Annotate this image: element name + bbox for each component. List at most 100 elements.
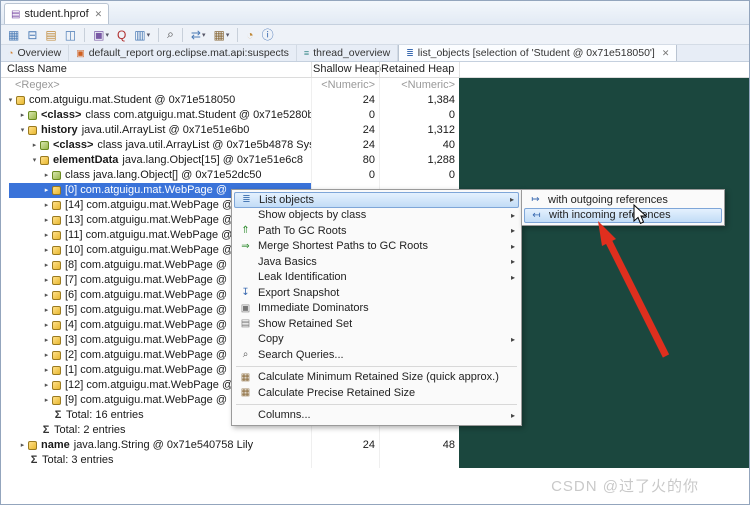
filter-row[interactable]: <Regex><Numeric><Numeric> xyxy=(1,78,749,93)
table-header: Class Name Shallow Heap Retained Heap xyxy=(1,62,749,78)
view-tab-default-report[interactable]: ▣default_report org.eclipse.mat.api:susp… xyxy=(69,45,297,61)
submenu-item-with-outgoing-references[interactable]: ↦with outgoing references xyxy=(524,192,722,208)
row-label: Total: 2 entries xyxy=(54,423,126,438)
table-row[interactable]: ▸namejava.lang.String @ 0x71e540758 Lily… xyxy=(1,438,749,453)
menu-item-show-objects-by-class[interactable]: Show objects by class▸ xyxy=(234,208,519,224)
expand-arrow[interactable]: ▸ xyxy=(41,348,52,363)
column-header-retained-heap[interactable]: Retained Heap xyxy=(381,63,454,75)
close-icon[interactable]: ✕ xyxy=(662,48,670,59)
column-header-shallow-heap[interactable]: Shallow Heap xyxy=(313,63,381,75)
compare-button[interactable]: ⇄▾ xyxy=(188,26,209,43)
info-button[interactable]: ⓘ xyxy=(259,26,277,43)
top-consumers-icon: ▤ xyxy=(45,28,56,42)
duplicate-classes-icon: ◫ xyxy=(65,28,76,42)
pie-chart-button[interactable]: ◔ xyxy=(243,26,256,43)
editor-tab-close-icon[interactable]: ✕ xyxy=(95,9,103,20)
expand-arrow[interactable]: ▸ xyxy=(41,168,52,183)
expand-arrow[interactable]: ▸ xyxy=(41,213,52,228)
toolbar-separator xyxy=(84,28,85,42)
object-icon xyxy=(52,336,61,345)
oql-button[interactable]: Q xyxy=(114,26,129,43)
row-tail xyxy=(459,438,749,453)
editor-tab-title: student.hprof xyxy=(24,8,88,20)
calculator-button[interactable]: ▦▾ xyxy=(210,26,232,43)
collapse-arrow[interactable]: ▾ xyxy=(17,123,28,138)
menu-item-show-retained-set[interactable]: ▤Show Retained Set xyxy=(234,316,519,332)
table-row[interactable]: ▾elementDatajava.lang.Object[15] @ 0x71e… xyxy=(1,153,749,168)
menu-item-immediate-dominators[interactable]: ▣Immediate Dominators xyxy=(234,301,519,317)
view-tab-list-objects[interactable]: ≣list_objects [selection of 'Student @ 0… xyxy=(398,45,677,61)
heap-dump-button[interactable]: ▥▾ xyxy=(131,26,153,43)
query-browser-button[interactable]: ▣▾ xyxy=(90,26,112,43)
total-row[interactable]: ΣTotal: 3 entries xyxy=(1,453,749,468)
table-row[interactable]: ▸<class>class java.util.ArrayList @ 0x71… xyxy=(1,138,749,153)
table-row[interactable]: ▾historyjava.util.ArrayList @ 0x71e51e6b… xyxy=(1,123,749,138)
expand-arrow[interactable]: ▸ xyxy=(41,318,52,333)
menu-item-label: Search Queries... xyxy=(258,349,344,361)
menu-item-path-to-gc-roots[interactable]: ⇑Path To GC Roots▸ xyxy=(234,223,519,239)
expand-arrow[interactable]: ▸ xyxy=(41,393,52,408)
search-queries-icon: ⌕ xyxy=(238,349,253,360)
editor-tab-student-hprof[interactable]: ▤ student.hprof ✕ xyxy=(4,3,109,24)
field-name: <class> xyxy=(53,138,93,153)
collapse-arrow[interactable]: ▾ xyxy=(29,153,40,168)
row-label: [3] com.atguigu.mat.WebPage @ xyxy=(65,333,227,348)
expand-arrow[interactable]: ▸ xyxy=(41,258,52,273)
expand-arrow[interactable]: ▸ xyxy=(41,288,52,303)
row-label: com.atguigu.mat.Student @ 0x71e518050 xyxy=(29,93,235,108)
expand-arrow[interactable]: ▸ xyxy=(41,303,52,318)
expand-arrow[interactable]: ▸ xyxy=(41,378,52,393)
view-tab-overview[interactable]: ◔Overview xyxy=(1,45,69,61)
table-row[interactable]: ▾com.atguigu.mat.Student @ 0x71e51805024… xyxy=(1,93,749,108)
view-tab-label: default_report org.eclipse.mat.api:suspe… xyxy=(89,47,289,59)
view-tab-thread-overview[interactable]: ≡thread_overview xyxy=(297,45,398,61)
object-icon xyxy=(28,126,37,135)
menu-item-search-queries[interactable]: ⌕ Search Queries... xyxy=(234,347,519,363)
dominator-tree-button[interactable]: ⊟ xyxy=(24,26,40,43)
row-label: class com.atguigu.mat.Student @ 0x71e528… xyxy=(85,108,311,123)
expand-arrow[interactable]: ▸ xyxy=(41,273,52,288)
expand-arrow[interactable]: ▸ xyxy=(41,228,52,243)
row-tail xyxy=(459,108,749,123)
menu-item-list-objects[interactable]: ≣List objects▸ xyxy=(234,192,519,208)
menu-item-copy[interactable]: Copy▸ xyxy=(234,332,519,348)
expand-arrow[interactable]: ▸ xyxy=(41,333,52,348)
histogram-button[interactable]: ▦ xyxy=(5,26,22,43)
table-row[interactable]: ▸<class>class com.atguigu.mat.Student @ … xyxy=(1,108,749,123)
object-icon xyxy=(52,276,61,285)
search-icon: ⌕ xyxy=(167,27,174,42)
expand-arrow[interactable]: ▸ xyxy=(41,198,52,213)
submenu-item-with-incoming-references[interactable]: ↤with incoming references xyxy=(524,208,722,224)
dominator-tree-icon: ⊟ xyxy=(27,28,37,42)
list-objects-icon: ≣ xyxy=(239,194,254,205)
expand-arrow[interactable]: ▸ xyxy=(41,243,52,258)
menu-item-columns[interactable]: Columns...▸ xyxy=(234,408,519,424)
duplicate-classes-button[interactable]: ◫ xyxy=(62,26,79,43)
table-row[interactable]: ▸class java.lang.Object[] @ 0x71e52dc500… xyxy=(1,168,749,183)
overview-pie-icon: ◔ xyxy=(8,48,13,58)
submenu-arrow-icon: ▸ xyxy=(511,335,515,344)
menu-item-java-basics[interactable]: Java Basics▸ xyxy=(234,254,519,270)
column-header-class-name[interactable]: Class Name xyxy=(7,63,67,75)
expand-arrow[interactable]: ▸ xyxy=(41,363,52,378)
expand-arrow[interactable]: ▸ xyxy=(41,183,52,198)
menu-item-calculate-precise-retained-size[interactable]: ▦Calculate Precise Retained Size xyxy=(234,385,519,401)
menu-item-export-snapshot[interactable]: ↧Export Snapshot xyxy=(234,285,519,301)
watermark: CSDN @过了火的你 xyxy=(551,475,699,496)
menu-item-leak-identification[interactable]: Leak Identification▸ xyxy=(234,270,519,286)
object-icon xyxy=(52,216,61,225)
row-label: class java.lang.Object[] @ 0x71e52dc50 xyxy=(65,168,261,183)
collapse-arrow[interactable]: ▾ xyxy=(5,93,16,108)
search-button[interactable]: ⌕ xyxy=(164,26,177,43)
row-label: [12] com.atguigu.mat.WebPage @ xyxy=(65,378,233,393)
expand-arrow[interactable]: ▸ xyxy=(29,138,40,153)
menu-item-merge-shortest-paths-to-gc-roots[interactable]: ⇒Merge Shortest Paths to GC Roots▸ xyxy=(234,239,519,255)
expand-arrow[interactable]: ▸ xyxy=(17,438,28,453)
view-tab-bar: ◔Overview▣default_report org.eclipse.mat… xyxy=(1,45,749,62)
top-consumers-button[interactable]: ▤ xyxy=(42,26,59,43)
expand-arrow[interactable]: ▸ xyxy=(17,108,28,123)
object-icon xyxy=(52,396,61,405)
menu-item-calculate-minimum-retained-size-quick-approx[interactable]: ▦Calculate Minimum Retained Size (quick … xyxy=(234,370,519,386)
object-icon xyxy=(52,186,61,195)
row-label: Total: 16 entries xyxy=(66,408,144,423)
